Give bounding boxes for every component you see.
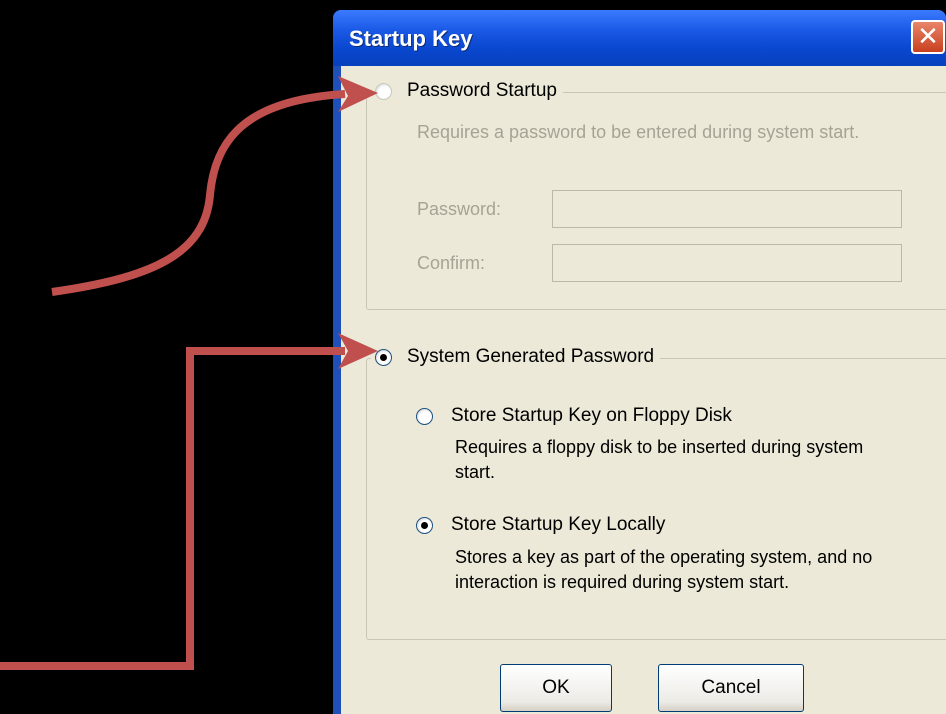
arrow-to-password-startup [51, 90, 346, 296]
annotation-arrows [0, 76, 378, 670]
arrow-to-system-generated [0, 347, 345, 670]
